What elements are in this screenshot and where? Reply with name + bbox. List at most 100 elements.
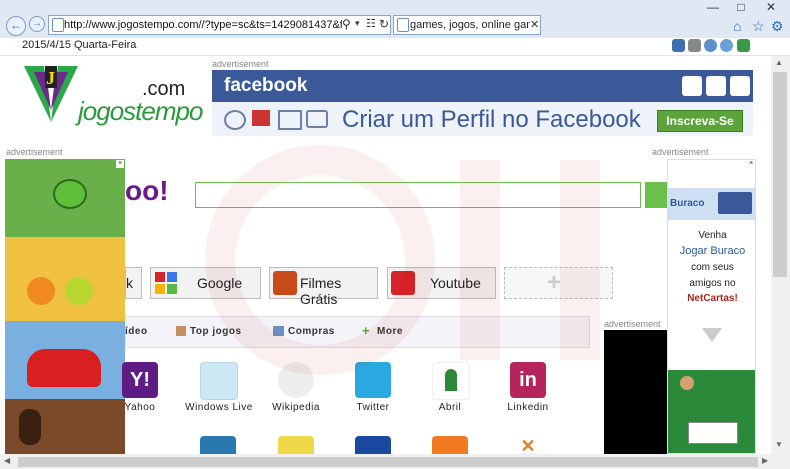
nav-top-jogos[interactable]: Top jogos [190, 326, 242, 337]
youtube-icon [391, 271, 415, 295]
wordpress-icon[interactable] [200, 436, 236, 454]
twitter-icon[interactable] [355, 362, 391, 398]
favorites-star-icon[interactable]: ☆ [752, 18, 765, 35]
quicklink-filmes[interactable]: Filmes Grátis [269, 267, 378, 307]
close-tab-icon[interactable]: ✕ [530, 18, 539, 31]
tool-icon-3[interactable] [704, 39, 717, 52]
buraco-text4: amigos no [689, 278, 736, 289]
facebook-brand: facebook [224, 75, 308, 96]
nav-more[interactable]: More [377, 326, 403, 337]
vertical-scroll-thumb[interactable] [773, 72, 787, 277]
buraco-text5: NetCartas! [687, 293, 738, 304]
gift-icon [252, 110, 270, 126]
settings-gear-icon[interactable]: ⚙ [771, 18, 784, 35]
app-name-twitter[interactable]: Twitter [348, 402, 398, 413]
photo-icon [278, 110, 302, 130]
buraco-ad[interactable]: Buraco Venha Jogar Buraco com seus amigo… [667, 159, 756, 454]
forward-arrow-icon[interactable]: → [29, 16, 45, 32]
windows-live-icon[interactable] [200, 362, 238, 400]
buraco-text2: Jogar Buraco [679, 245, 746, 257]
scroll-up-icon[interactable]: ▲ [775, 58, 783, 67]
app-name-windows-live[interactable]: Windows Live [180, 402, 258, 413]
wikipedia-icon[interactable] [278, 362, 314, 398]
svg-text:J: J [46, 68, 55, 88]
google-icon [155, 272, 177, 294]
signup-button[interactable]: Inscreva-Se [657, 110, 743, 132]
quicklink-partial[interactable]: k [125, 267, 142, 299]
abril-icon[interactable] [432, 362, 470, 400]
ad-label-mid-right: advertisement [604, 319, 661, 329]
scroll-down-icon[interactable]: ▼ [775, 440, 783, 449]
dropdown-icon[interactable]: ▾ [355, 18, 360, 29]
facebook-ad[interactable]: facebook Criar um Perfil no Facebook Ins… [212, 70, 753, 136]
red-car-icon [27, 349, 101, 387]
logo-brand: jogostempo [78, 96, 203, 126]
ad-label-right: advertisement [652, 147, 709, 157]
compat-icon[interactable]: ☷ [366, 17, 376, 30]
tool-icon-4[interactable] [720, 39, 733, 52]
linkedin-icon[interactable]: in [510, 362, 546, 398]
yahoo-icon[interactable]: Y! [122, 362, 158, 398]
buraco-text1: Venha [698, 230, 727, 241]
search-input[interactable] [195, 182, 641, 208]
nav-compras[interactable]: Compras [288, 326, 335, 337]
black-ad-block[interactable] [604, 330, 668, 454]
ad-label: advertisement [212, 59, 269, 69]
search-icon[interactable]: ⚲ [342, 17, 351, 31]
messages-icon [706, 76, 726, 96]
gamepad-icon [176, 326, 186, 336]
maximize-icon[interactable]: □ [730, 0, 752, 14]
app-name-linkedin[interactable]: Linkedin [500, 402, 556, 413]
refresh-icon[interactable]: ↻ [379, 17, 389, 31]
scroll-left-icon[interactable]: ◀ [4, 456, 10, 465]
tool-icon-5[interactable] [737, 39, 750, 52]
app-row2-6[interactable]: ✕ [510, 436, 546, 456]
ad-close-right-icon[interactable]: × [747, 160, 755, 168]
ad-label-left: advertisement [6, 147, 63, 157]
app-row2-4[interactable] [355, 436, 391, 454]
green-fruit-icon [65, 277, 93, 305]
buraco-brand: Buraco [670, 198, 705, 209]
minimize-icon[interactable]: — [702, 0, 724, 14]
chat-icon [306, 110, 328, 128]
left-game-ad[interactable] [5, 159, 125, 455]
back-arrow-icon[interactable]: ← [6, 16, 26, 36]
cart-icon [273, 326, 284, 336]
tool-icon-1[interactable] [672, 39, 685, 52]
app-row2-1[interactable] [125, 440, 161, 454]
facebook-headline: Criar um Perfil no Facebook [342, 106, 641, 133]
group-icon [224, 110, 246, 130]
buraco-text3: com seus [691, 262, 734, 273]
date-text: 2015/4/15 Quarta-Feira [22, 39, 137, 51]
down-arrow-icon [702, 328, 722, 342]
quicklink-youtube[interactable]: Youtube [387, 267, 496, 299]
tool-icon-2[interactable] [688, 39, 701, 52]
globe-icon [730, 76, 750, 96]
friends-icon [682, 76, 702, 96]
app-name-abril[interactable]: Abril [428, 402, 472, 413]
address-url[interactable]: http://www.jogostempo.com//?type=sc&ts=1… [64, 19, 342, 31]
logo-emblem: J [24, 62, 78, 126]
app-name-yahoo[interactable]: Yahoo [118, 402, 162, 413]
player-avatar-icon [680, 376, 694, 390]
cards-icon [688, 422, 738, 444]
tab-favicon-icon [397, 18, 409, 32]
scroll-right-icon[interactable]: ▶ [762, 456, 768, 465]
blogger-icon[interactable] [432, 436, 468, 454]
search-button[interactable] [645, 182, 667, 208]
search-logo: oo! [125, 175, 169, 206]
horizontal-scroll-thumb[interactable] [18, 457, 758, 467]
app-name-wikipedia[interactable]: Wikipedia [266, 402, 326, 413]
tab-title[interactable]: games, jogos, online games, ... [410, 19, 530, 31]
close-window-icon[interactable]: ✕ [760, 0, 782, 14]
caixa-icon[interactable] [278, 436, 314, 454]
film-icon [273, 271, 297, 295]
add-quicklink-button[interactable]: + [504, 267, 613, 299]
orange-fruit-icon [27, 277, 55, 305]
green-pig-icon [53, 179, 87, 209]
home-icon[interactable]: ⌂ [733, 18, 741, 34]
quicklink-google[interactable]: Google [150, 267, 261, 299]
nav-video[interactable]: ídeo [125, 326, 148, 337]
ad-close-icon[interactable]: × [116, 160, 124, 168]
character-icon [19, 409, 41, 445]
